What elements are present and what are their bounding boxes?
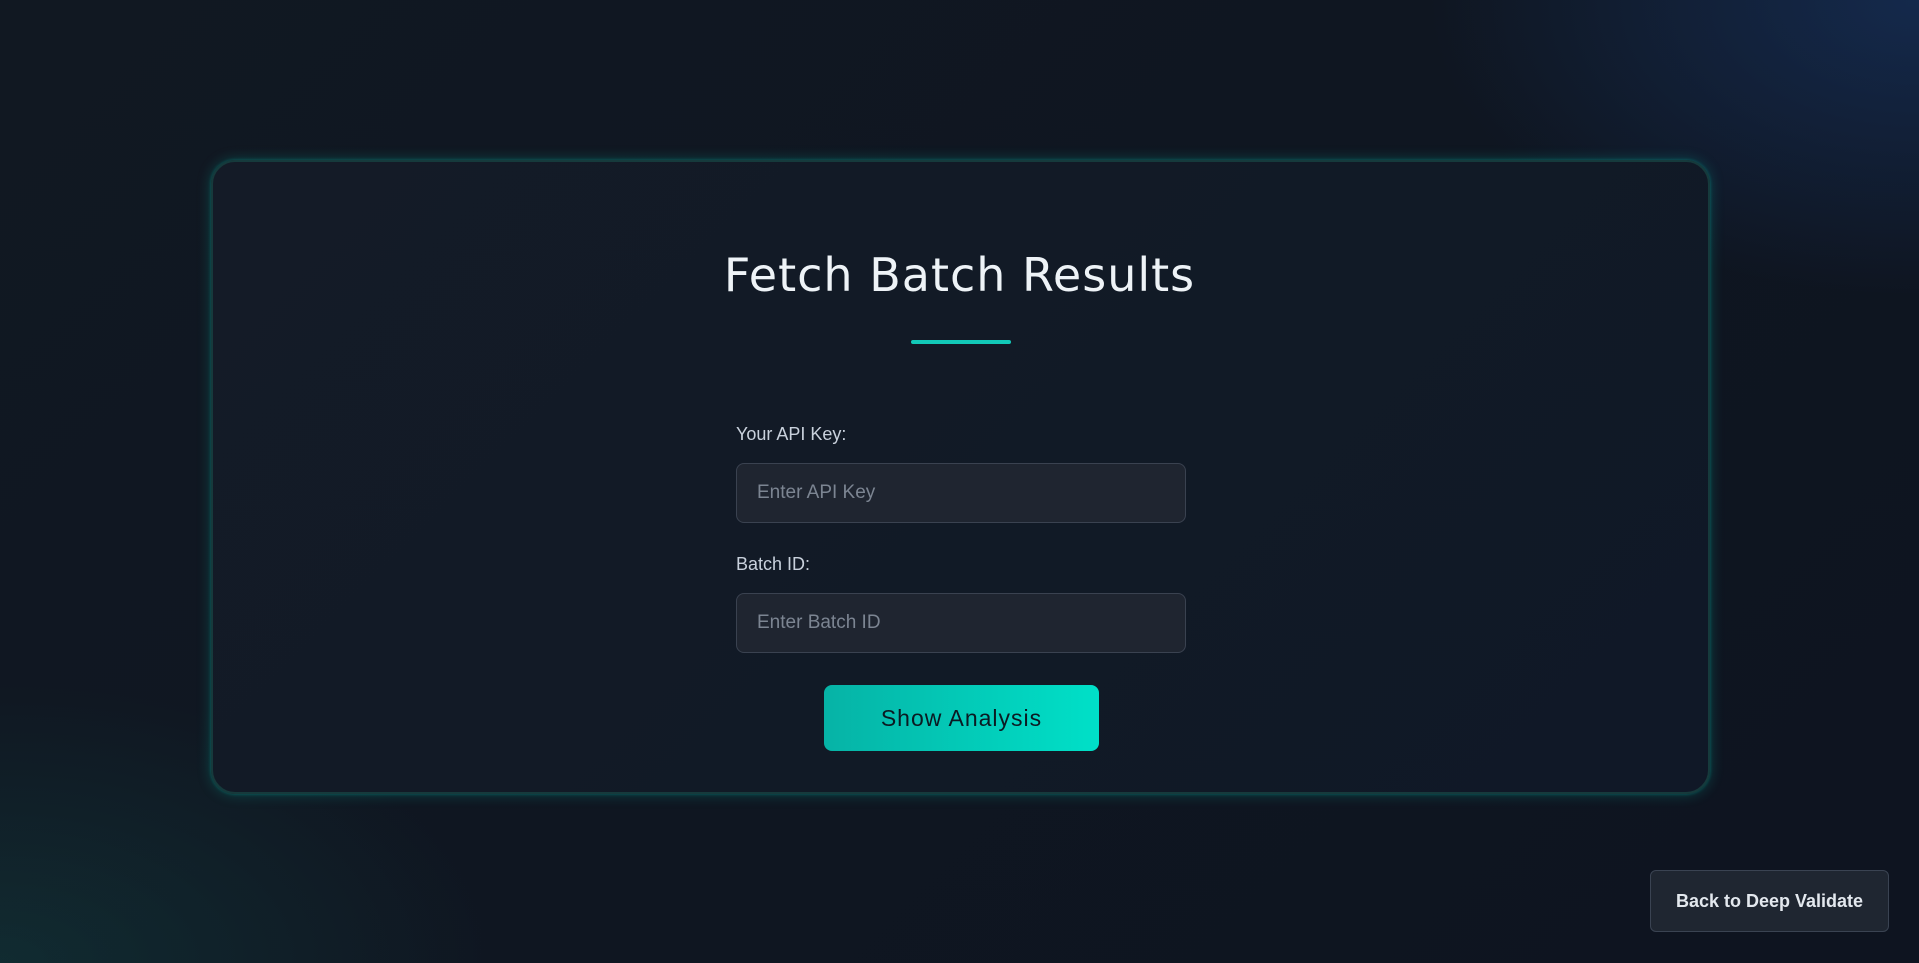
- batch-id-input[interactable]: [736, 593, 1186, 653]
- batch-id-label: Batch ID:: [736, 554, 811, 574]
- page-title: Fetch Batch Results: [723, 248, 1196, 302]
- back-to-deep-validate-button[interactable]: Back to Deep Validate: [1650, 870, 1889, 932]
- api-key-input[interactable]: [736, 463, 1186, 523]
- api-key-label: Your API Key:: [736, 424, 847, 444]
- title-underline: [911, 340, 1011, 344]
- show-analysis-button[interactable]: Show Analysis: [824, 685, 1099, 751]
